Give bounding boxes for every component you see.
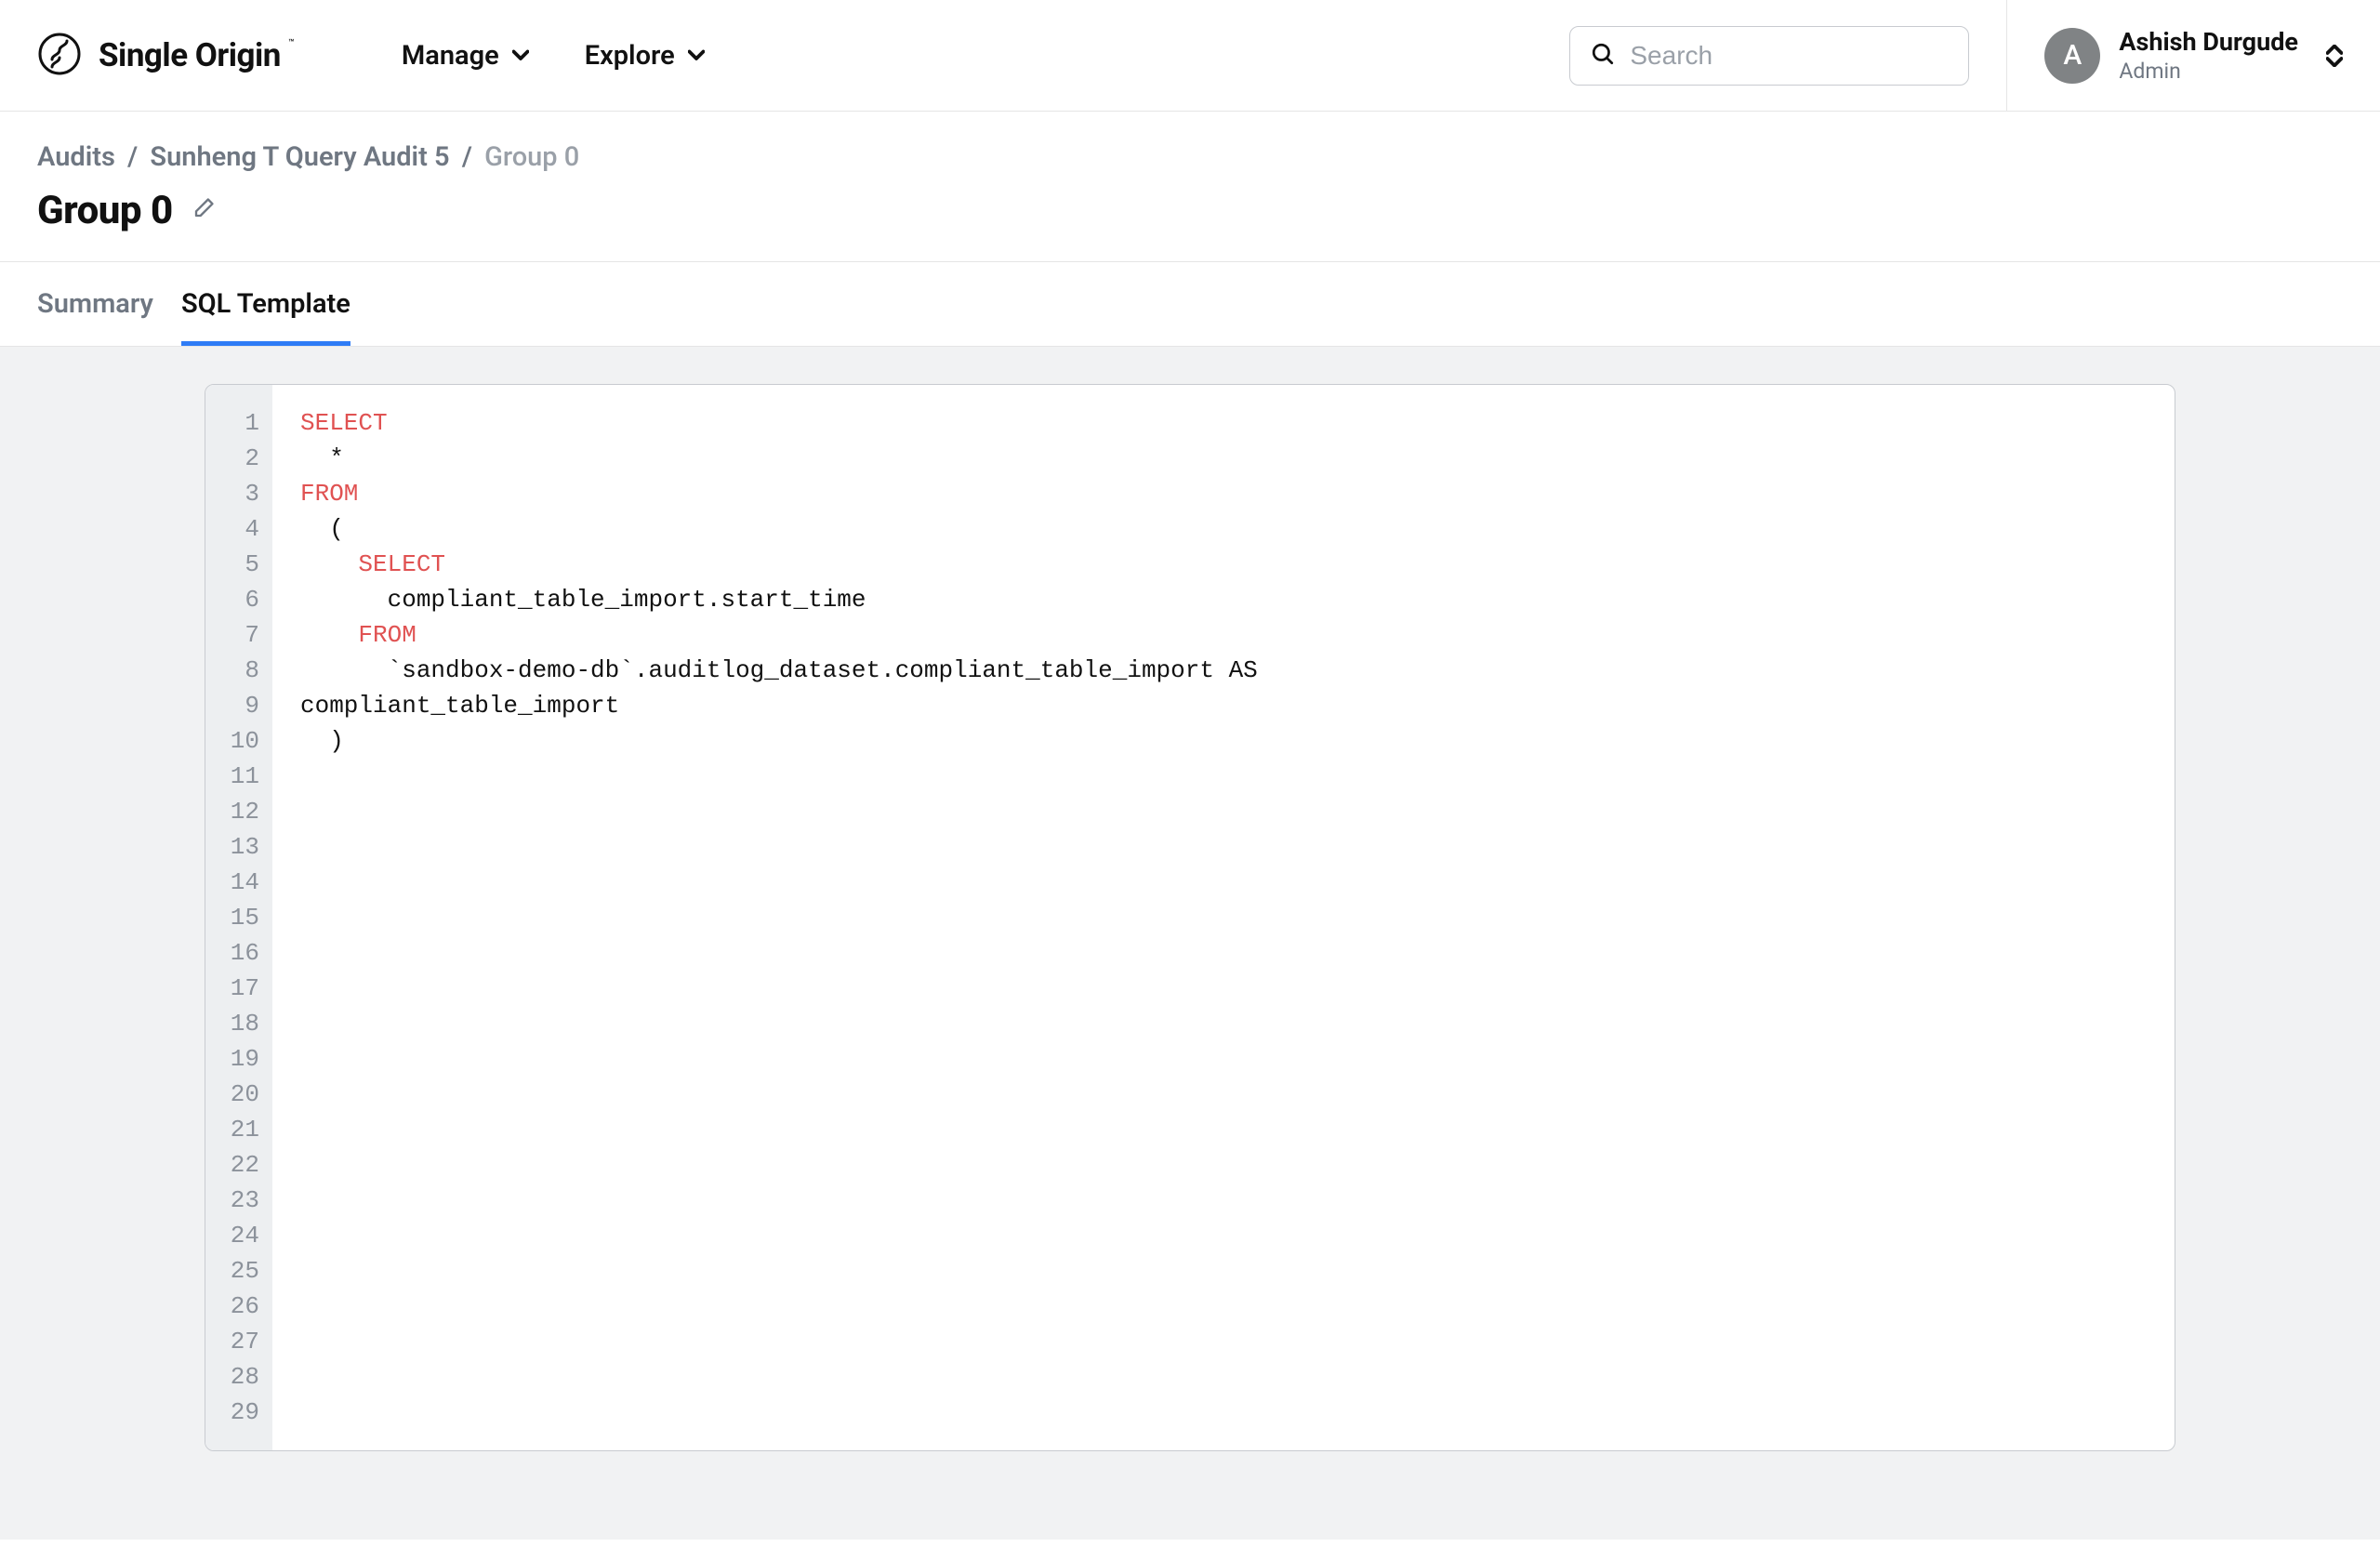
line-number-gutter: 1234567891011121314151617181920212223242… [205, 385, 272, 1450]
nav-explore-label: Explore [585, 40, 675, 72]
breadcrumb-separator: / [462, 141, 472, 173]
code-line: FROM [300, 617, 2147, 653]
code-line [300, 1253, 2147, 1289]
app-header: Single Origin™ Manage Explore A Ashish D… [0, 0, 2380, 112]
tab-sql-template[interactable]: SQL Template [181, 262, 350, 346]
breadcrumb-bar: Audits / Sunheng T Query Audit 5 / Group… [0, 112, 2380, 173]
nav-explore[interactable]: Explore [585, 40, 705, 72]
line-number: 4 [205, 511, 272, 547]
line-number: 16 [205, 935, 272, 971]
code-line [300, 1359, 2147, 1395]
line-number: 9 [205, 688, 272, 723]
line-number: 29 [205, 1395, 272, 1430]
line-number: 25 [205, 1253, 272, 1289]
line-number: 10 [205, 723, 272, 759]
line-number: 28 [205, 1359, 272, 1395]
code-line [300, 1324, 2147, 1359]
line-number: 13 [205, 829, 272, 865]
brand-logo[interactable]: Single Origin™ [37, 32, 281, 80]
line-number: 14 [205, 865, 272, 900]
breadcrumb: Audits / Sunheng T Query Audit 5 / Group… [37, 141, 2343, 173]
line-number: 8 [205, 653, 272, 688]
line-number: 11 [205, 759, 272, 794]
line-number: 7 [205, 617, 272, 653]
line-number: 3 [205, 476, 272, 511]
logo-mark-icon [37, 32, 82, 80]
code-line [300, 1147, 2147, 1183]
line-number: 27 [205, 1324, 272, 1359]
tab-summary[interactable]: Summary [37, 262, 153, 346]
breadcrumb-audit-name[interactable]: Sunheng T Query Audit 5 [150, 141, 449, 173]
line-number: 20 [205, 1077, 272, 1112]
line-number: 26 [205, 1289, 272, 1324]
line-number: 1 [205, 405, 272, 441]
avatar: A [2044, 28, 2100, 84]
code-line [300, 1006, 2147, 1041]
code-line: ( [300, 511, 2147, 547]
primary-nav: Manage Explore [402, 40, 705, 72]
search-icon [1591, 42, 1615, 70]
brand-name: Single Origin™ [99, 36, 281, 74]
code-line [300, 900, 2147, 935]
search-input[interactable] [1630, 41, 1948, 71]
code-line: SELECT [300, 405, 2147, 441]
code-line [300, 759, 2147, 794]
content-area: 1234567891011121314151617181920212223242… [0, 347, 2380, 1540]
code-line [300, 1395, 2147, 1430]
line-number: 22 [205, 1147, 272, 1183]
code-line: compliant_table_import [300, 688, 2147, 723]
line-number: 24 [205, 1218, 272, 1253]
line-number: 18 [205, 1006, 272, 1041]
line-number: 6 [205, 582, 272, 617]
breadcrumb-separator: / [127, 141, 138, 173]
line-number: 15 [205, 900, 272, 935]
nav-manage[interactable]: Manage [402, 40, 529, 72]
code-line [300, 971, 2147, 1006]
nav-manage-label: Manage [402, 40, 499, 72]
code-line [300, 1218, 2147, 1253]
breadcrumb-audits[interactable]: Audits [37, 141, 115, 173]
code-line [300, 1112, 2147, 1147]
code-line: SELECT [300, 547, 2147, 582]
code-line: * [300, 441, 2147, 476]
code-line [300, 1077, 2147, 1112]
user-text: Ashish Durgude Admin [2119, 27, 2298, 84]
code-line [300, 1041, 2147, 1077]
user-menu[interactable]: A Ashish Durgude Admin [2006, 0, 2343, 111]
sql-editor[interactable]: 1234567891011121314151617181920212223242… [205, 384, 2175, 1451]
line-number: 17 [205, 971, 272, 1006]
user-name: Ashish Durgude [2119, 27, 2298, 57]
code-line [300, 1289, 2147, 1324]
page-title-row: Group 0 [0, 173, 2380, 261]
page-title: Group 0 [37, 188, 173, 233]
tabs-bar: Summary SQL Template [0, 261, 2380, 347]
code-line [300, 935, 2147, 971]
chevron-down-icon [512, 40, 529, 72]
sort-chevrons-icon [2326, 45, 2343, 67]
code-line: FROM [300, 476, 2147, 511]
chevron-down-icon [688, 40, 705, 72]
code-line [300, 865, 2147, 900]
line-number: 21 [205, 1112, 272, 1147]
line-number: 23 [205, 1183, 272, 1218]
line-number: 2 [205, 441, 272, 476]
line-number: 19 [205, 1041, 272, 1077]
code-line: `sandbox-demo-db`.auditlog_dataset.compl… [300, 653, 2147, 688]
code-line: compliant_table_import.start_time [300, 582, 2147, 617]
breadcrumb-current: Group 0 [484, 141, 579, 173]
code-line [300, 1183, 2147, 1218]
search-box[interactable] [1569, 26, 1969, 86]
line-number: 5 [205, 547, 272, 582]
code-line [300, 794, 2147, 829]
code-area[interactable]: SELECT *FROM ( SELECT compliant_table_im… [272, 385, 2175, 1450]
code-line: ) [300, 723, 2147, 759]
edit-icon[interactable] [190, 196, 216, 226]
user-role: Admin [2119, 59, 2298, 84]
code-line [300, 829, 2147, 865]
line-number: 12 [205, 794, 272, 829]
